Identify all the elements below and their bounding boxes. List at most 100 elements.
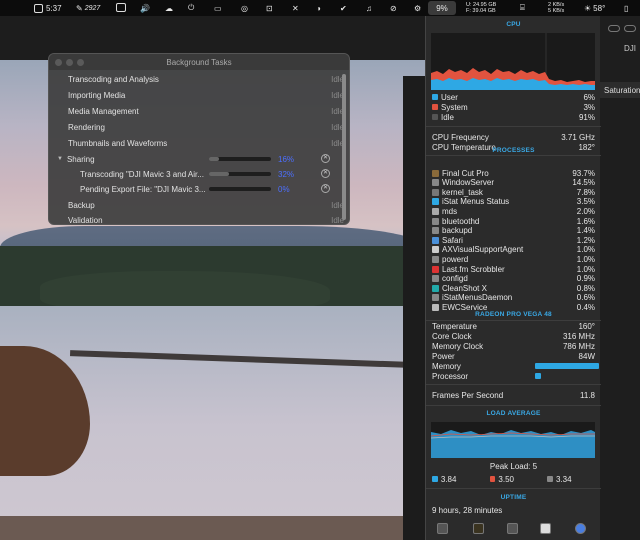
process-row[interactable]: backupd 1.4%: [432, 226, 595, 236]
disk-icon[interactable]: ⌸: [520, 0, 525, 16]
app-icon: [432, 246, 439, 254]
task-label: Transcoding and Analysis: [68, 74, 159, 84]
task-validation[interactable]: Validation Idle: [68, 212, 349, 225]
network-menu-item[interactable]: 2 KB/s 5 KB/s: [548, 0, 564, 16]
cloud-icon[interactable]: ☁: [165, 0, 173, 16]
process-row[interactable]: configd 0.9%: [432, 274, 595, 284]
tools-icon[interactable]: ✕: [292, 0, 299, 16]
divider: [426, 405, 601, 406]
task-progress-bar: [209, 187, 271, 191]
gpu-temperature-value: 160°: [578, 321, 595, 331]
task-percent: 32%: [278, 170, 295, 179]
memory-menu-item[interactable]: U: 24.95 GB F: 39.04 GB: [466, 0, 496, 16]
task-sharing[interactable]: ▼ Sharing 16% ✕: [57, 151, 339, 167]
camera-icon[interactable]: ⊡: [266, 0, 273, 16]
gpu-temperature-label: Temperature: [432, 321, 477, 331]
activity-monitor-icon[interactable]: [437, 523, 448, 534]
task-importing-media[interactable]: Importing Media Idle: [68, 87, 349, 103]
background-tasks-window[interactable]: Background Tasks Transcoding and Analysi…: [48, 53, 350, 225]
process-row[interactable]: CleanShot X 0.8%: [432, 283, 595, 293]
task-thumbnails-waveforms[interactable]: Thumbnails and Waveforms Idle: [68, 135, 349, 151]
app-icon: [432, 265, 439, 273]
gpu-core-clock-value: 316 MHz: [562, 331, 595, 341]
process-row[interactable]: kernel_task 7.8%: [432, 187, 595, 197]
target-icon[interactable]: ◎: [241, 0, 248, 16]
task-percent: 16%: [278, 155, 295, 164]
gpu-core-clock-label: Core Clock: [432, 331, 472, 341]
toggle-icon[interactable]: ⏻: [188, 0, 194, 16]
gpu-processor-row: Processor: [432, 371, 595, 381]
process-row[interactable]: WindowServer 14.5%: [432, 178, 595, 188]
zoom-button[interactable]: [77, 59, 84, 66]
noslash-icon[interactable]: ⊘: [390, 0, 397, 16]
cpu-menu-item[interactable]: 9%: [428, 1, 456, 15]
console-icon[interactable]: [473, 523, 484, 534]
cancel-task-icon[interactable]: ✕: [321, 169, 330, 178]
process-value: 93.7%: [572, 168, 595, 178]
battery-icon[interactable]: ▯: [624, 0, 628, 16]
clock-item[interactable]: 5:37: [34, 0, 62, 16]
minimize-button[interactable]: [66, 59, 73, 66]
cpu-history-graph: [431, 33, 595, 90]
steps-item[interactable]: ✎ 2927: [76, 0, 100, 16]
task-label: Importing Media: [68, 90, 126, 100]
task-transcoding-analysis[interactable]: Transcoding and Analysis Idle: [68, 71, 349, 87]
volume-icon[interactable]: 🔊: [140, 0, 150, 16]
process-name: kernel_task: [442, 187, 483, 197]
process-row[interactable]: iStat Menus Status 3.5%: [432, 197, 595, 207]
istat-menus-panel: CPU User 6% System 3% Idle 91% CPU Frequ…: [425, 16, 601, 540]
process-row[interactable]: Safari 1.2%: [432, 235, 595, 245]
process-row[interactable]: bluetoothd 1.6%: [432, 216, 595, 226]
task-transcoding-dji[interactable]: Transcoding "DJI Mavic 3 and Air... 32% …: [80, 166, 339, 182]
task-progress-bar: [209, 172, 271, 176]
process-name: AXVisualSupportAgent: [442, 245, 524, 255]
window-icon[interactable]: ▭: [214, 0, 222, 16]
cpu-header: CPU: [506, 21, 521, 28]
clock-icon: [34, 3, 43, 13]
task-label: Backup: [68, 200, 95, 210]
process-value: 1.0%: [576, 264, 595, 274]
clip-name: DJI: [624, 44, 636, 53]
task-label: Transcoding "DJI Mavic 3 and Air...: [80, 169, 204, 179]
process-row[interactable]: iStatMenusDaemon 0.6%: [432, 293, 595, 303]
process-row[interactable]: Last.fm Scrobbler 1.0%: [432, 264, 595, 274]
process-value: 0.6%: [576, 293, 595, 303]
album-icon[interactable]: [116, 3, 126, 12]
task-rendering[interactable]: Rendering Idle: [68, 119, 349, 135]
toggle-button[interactable]: [608, 25, 620, 32]
cancel-task-icon[interactable]: ✕: [321, 154, 330, 163]
process-row[interactable]: Final Cut Pro 93.7%: [432, 168, 595, 178]
disclosure-triangle-icon[interactable]: ▼: [57, 156, 63, 162]
process-value: 0.8%: [576, 283, 595, 293]
system-info-icon[interactable]: [507, 523, 518, 534]
istat-app-icon[interactable]: [540, 523, 551, 534]
process-name: backupd: [442, 226, 473, 236]
toggle-button[interactable]: [624, 25, 636, 32]
gpu-temperature-row: Temperature 160°: [432, 321, 595, 331]
gear-icon[interactable]: ⚙: [414, 0, 421, 16]
processes-header: PROCESSES: [492, 147, 535, 154]
scrollbar[interactable]: [342, 74, 346, 220]
user-swatch-icon: [432, 94, 438, 100]
app-icon: [432, 275, 439, 283]
cancel-task-icon[interactable]: ✕: [321, 184, 330, 193]
task-pending-export[interactable]: Pending Export File: "DJI Mavic 3... 0% …: [80, 181, 339, 197]
uptime-value: 9 hours, 28 minutes: [432, 505, 503, 515]
music-icon[interactable]: ♫: [366, 0, 372, 16]
app-icon: [432, 179, 439, 187]
weather-item[interactable]: ☀ 58°: [584, 0, 605, 16]
background-tasks-titlebar[interactable]: Background Tasks: [49, 54, 349, 70]
close-button[interactable]: [55, 59, 62, 66]
check-icon[interactable]: ✔: [340, 0, 347, 16]
process-value: 7.8%: [576, 187, 595, 197]
process-row[interactable]: powerd 1.0%: [432, 254, 595, 264]
process-row[interactable]: AXVisualSupportAgent 1.0%: [432, 245, 595, 255]
net-down: 5 KB/s: [548, 8, 565, 14]
task-media-management[interactable]: Media Management Idle: [68, 103, 349, 119]
gpu-header: RADEON PRO VEGA 48: [475, 311, 552, 318]
process-row[interactable]: mds 2.0%: [432, 206, 595, 216]
task-backup[interactable]: Backup Idle: [68, 197, 349, 213]
load-values-row: 3.84 3.50 3.34: [432, 474, 595, 484]
settings-icon[interactable]: [575, 523, 586, 534]
moon-icon[interactable]: ◑: [316, 0, 321, 16]
